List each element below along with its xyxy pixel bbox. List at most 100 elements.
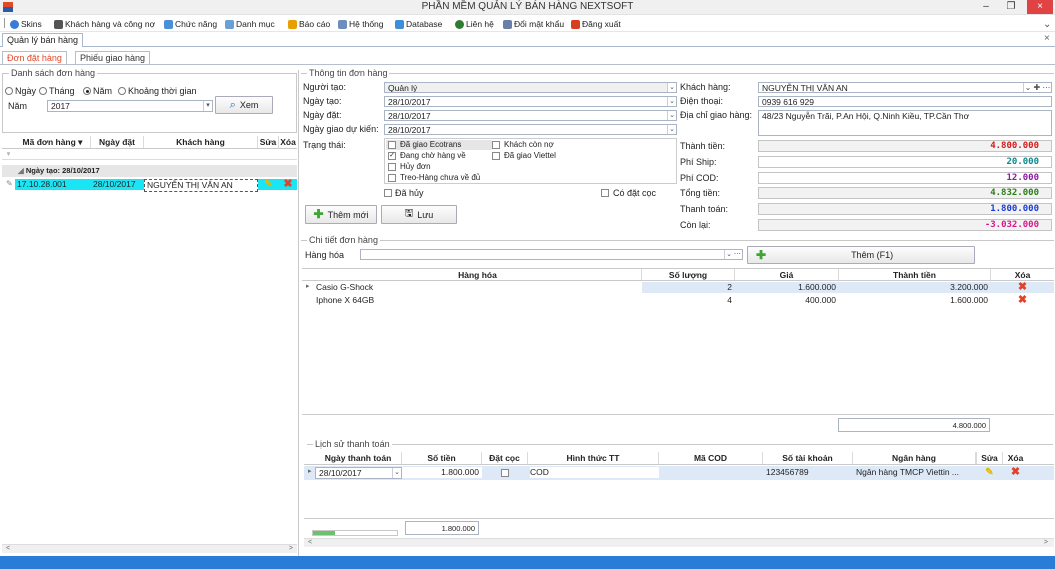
col-price[interactable]: Giá (735, 269, 839, 280)
menu-logout[interactable]: Đăng xuất (571, 18, 621, 30)
add-new-button[interactable]: ✚ Thêm mới (305, 205, 377, 224)
customer-field[interactable]: NGUYỄN THỊ VÂN AN ⌄ ✚ ⋯ (758, 82, 1052, 93)
goods-actions-icon[interactable]: ⌄ ⋯ (724, 250, 742, 259)
col-delete[interactable]: Xóa (279, 136, 297, 148)
col-payment-delete[interactable]: Xóa (1003, 452, 1028, 464)
phone-field[interactable]: 0939 616 929 (758, 96, 1052, 107)
col-deposit[interactable]: Đặt cọc (482, 452, 528, 464)
left-horizontal-scrollbar[interactable]: < > (2, 544, 297, 553)
filter-year[interactable]: Năm (83, 86, 112, 96)
detail-row[interactable]: Iphone X 64GB 4 400.000 1.600.000 ✖ (302, 295, 1054, 307)
delete-icon[interactable]: ✖ (279, 179, 297, 190)
ship-fee-field[interactable]: 20.000 (758, 156, 1052, 168)
status-debt-checkbox[interactable] (492, 141, 500, 149)
menu-reports[interactable]: Báo cáo (288, 18, 330, 30)
goods-field[interactable]: ⌄ ⋯ (360, 249, 743, 260)
col-order-date[interactable]: Ngày đặt (91, 136, 144, 148)
order-filter-row[interactable]: ᵩ (2, 149, 297, 160)
radio-range[interactable] (118, 87, 126, 95)
payment-deposit-checkbox[interactable] (501, 469, 509, 477)
payment-amount-cell[interactable]: 1.800.000 (402, 467, 482, 478)
order-date-cell[interactable]: 28/10/2017 (91, 179, 144, 190)
col-bank[interactable]: Ngân hàng (853, 452, 976, 464)
menu-system[interactable]: Hệ thống (338, 18, 384, 30)
status-pending-checkbox[interactable] (388, 174, 396, 182)
col-account[interactable]: Số tài khoản (763, 452, 853, 464)
cancelled-checkbox[interactable] (384, 189, 392, 197)
deposit-checkbox[interactable] (601, 189, 609, 197)
menu-skins[interactable]: Skins (10, 18, 42, 30)
col-edit[interactable]: Sửa (258, 136, 279, 148)
add-goods-button[interactable]: ✚ Thêm (F1) (747, 246, 975, 264)
tab-order[interactable]: Đơn đặt hàng (2, 51, 67, 64)
menu-customers[interactable]: Khách hàng và công nợ (54, 18, 155, 30)
radio-year[interactable] (83, 87, 91, 95)
menu-contact[interactable]: Liên hệ (455, 18, 494, 30)
customer-actions-icon[interactable]: ⌄ ✚ ⋯ (1023, 83, 1051, 92)
save-button[interactable]: 🖫 Lưu (381, 205, 457, 224)
col-cod-code[interactable]: Mã COD (659, 452, 763, 464)
col-amount[interactable]: Thành tiền (839, 269, 991, 280)
minimize-button[interactable]: – (975, 0, 997, 14)
col-customer[interactable]: Khách hàng (144, 136, 258, 148)
goods-name-cell[interactable]: Casio G-Shock (316, 282, 640, 293)
status-cancel-checkbox[interactable] (388, 163, 396, 171)
order-row[interactable]: ✎ 17.10.28.001 28/10/2017 NGUYỄN THỊ VÂN… (2, 179, 297, 192)
menu-catalog[interactable]: Danh mục (225, 18, 275, 30)
created-date-field[interactable]: 28/10/2017 ⌄ (384, 96, 677, 107)
close-button[interactable]: × (1027, 0, 1053, 14)
payment-row[interactable]: ▸ 28/10/2017 ⌄ 1.800.000 COD 123456789 Ng… (304, 466, 1054, 480)
detail-row[interactable]: ▸ Casio G-Shock 2 1.600.000 3.200.000 ✖ (302, 282, 1054, 294)
menu-functions[interactable]: Chức năng (164, 18, 217, 30)
col-payment-method[interactable]: Hình thức TT (528, 452, 659, 464)
payment-delete-icon[interactable]: ✖ (1003, 467, 1028, 478)
menu-change-password[interactable]: Đổi mật khẩu (503, 18, 564, 30)
col-goods[interactable]: Hàng hóa (314, 269, 642, 280)
radio-day[interactable] (5, 87, 13, 95)
col-payment-date[interactable]: Ngày thanh toán (315, 452, 402, 464)
col-order-code[interactable]: Mã đơn hàng ▾ (15, 136, 91, 148)
col-remove[interactable]: Xóa (991, 269, 1054, 280)
status-waiting-checkbox[interactable]: ✓ (388, 152, 396, 160)
status-ecotrans-checkbox[interactable] (388, 141, 396, 149)
year-select[interactable]: 2017 ▾ (47, 100, 213, 112)
col-payment-edit[interactable]: Sửa (976, 452, 1003, 464)
payment-horizontal-scrollbar[interactable]: < > (304, 538, 1054, 547)
tab-delivery-receipt[interactable]: Phiếu giao hàng (75, 51, 151, 64)
restore-button[interactable]: ❐ (1000, 0, 1022, 14)
customer-cell[interactable]: NGUYỄN THỊ VÂN AN (144, 179, 258, 192)
remove-icon[interactable]: ✖ (991, 282, 1054, 293)
remove-icon[interactable]: ✖ (991, 295, 1054, 306)
close-tab-icon[interactable]: × (1044, 33, 1050, 44)
creator-field[interactable]: Quản lý ⌄ (384, 82, 677, 93)
price-cell[interactable]: 1.600.000 (735, 282, 839, 293)
cod-fee-field[interactable]: 12.000 (758, 172, 1052, 184)
menu-database[interactable]: Database (395, 18, 442, 30)
address-field[interactable]: 48/23 Nguyễn Trãi, P.An Hội, Q.Ninh Kiều… (758, 110, 1052, 136)
quantity-cell[interactable]: 4 (642, 295, 735, 306)
payment-method-cell[interactable]: COD (530, 467, 659, 478)
goods-name-cell[interactable]: Iphone X 64GB (316, 295, 640, 306)
filter-month[interactable]: Tháng (39, 86, 75, 96)
payment-date-field[interactable]: 28/10/2017 ⌄ (315, 467, 402, 479)
radio-month[interactable] (39, 87, 47, 95)
order-date-field[interactable]: 28/10/2017 ⌄ (384, 110, 677, 121)
payment-edit-icon[interactable]: ✎ (976, 467, 1003, 478)
price-cell[interactable]: 400.000 (735, 295, 839, 306)
account-cell[interactable]: 123456789 (763, 467, 853, 478)
filter-day[interactable]: Ngày (5, 86, 36, 96)
status-viettel-checkbox[interactable] (492, 152, 500, 160)
bank-cell[interactable]: Ngân hàng TMCP Viettin ... (853, 467, 976, 478)
col-quantity[interactable]: Số lượng (642, 269, 735, 280)
view-button[interactable]: ⌕ Xem (215, 96, 273, 114)
menu-expand-icon[interactable]: ⌄ (1043, 18, 1051, 30)
filter-range[interactable]: Khoảng thời gian (118, 86, 196, 96)
edit-icon[interactable]: ✎ (258, 179, 279, 190)
tab-sales-management[interactable]: Quản lý bán hàng (2, 33, 84, 47)
group-row[interactable]: ◢ Ngày tạo: 28/10/2017 (2, 165, 297, 177)
window-title: PHẦN MỀM QUẢN LÝ BÁN HÀNG NEXTSOFT (421, 1, 634, 12)
expected-date-field[interactable]: 28/10/2017 ⌄ (384, 124, 677, 135)
col-payment-amount[interactable]: Số tiền (402, 452, 482, 464)
order-code-cell[interactable]: 17.10.28.001 (15, 179, 91, 190)
quantity-cell[interactable]: 2 (642, 282, 735, 293)
